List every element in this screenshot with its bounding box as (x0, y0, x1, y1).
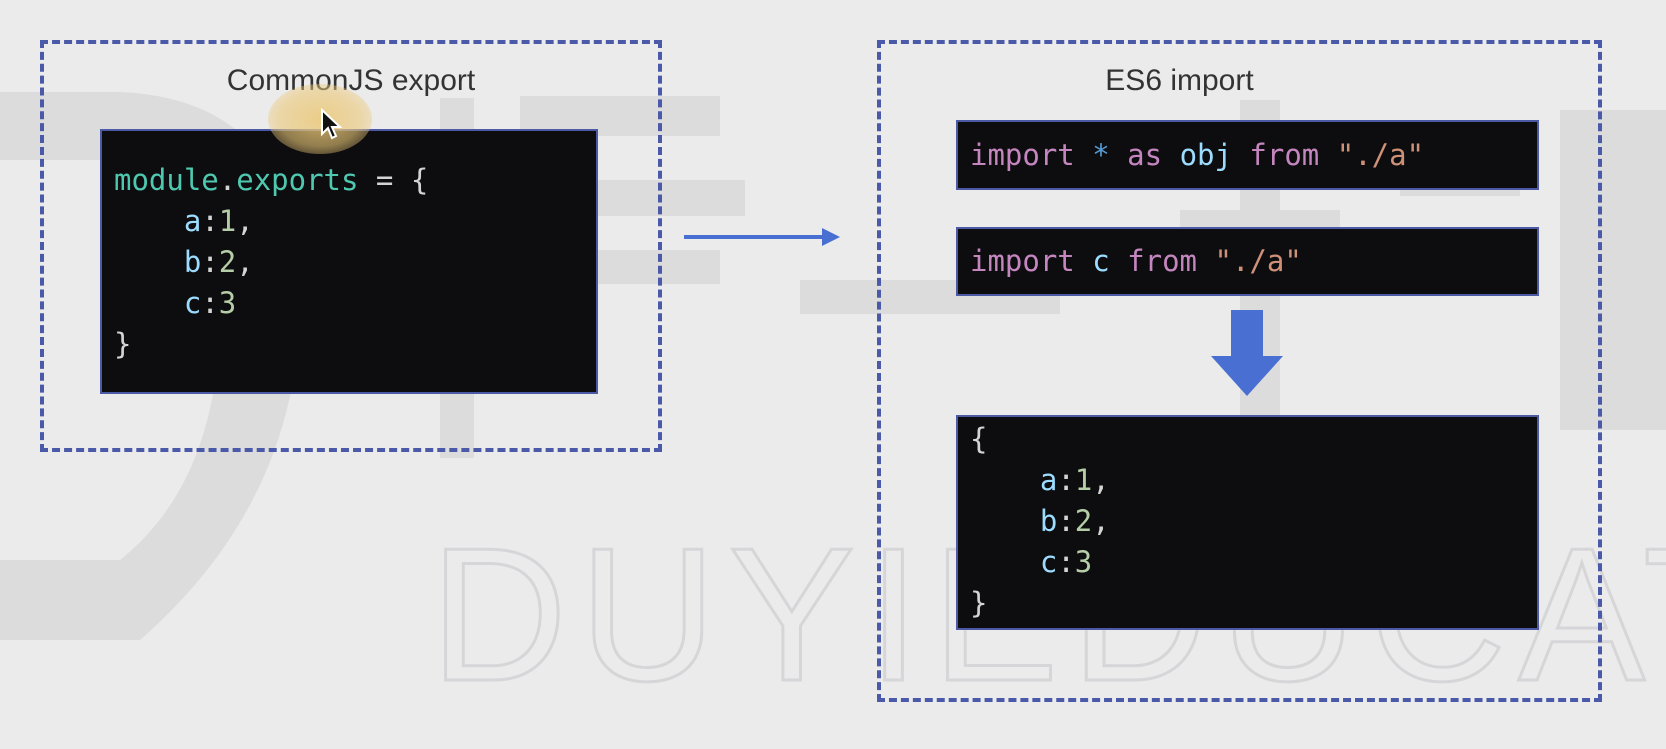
code-line: } (114, 327, 132, 361)
code-line: b:2, (183, 245, 254, 279)
code-line: a:1, (1039, 463, 1110, 497)
arrow-right-icon (684, 228, 840, 246)
arrow-down-icon (1211, 310, 1283, 396)
code-line: c:3 (1039, 545, 1093, 579)
mouse-cursor-icon (321, 108, 342, 140)
code-line: } (970, 586, 988, 620)
import-default-code-block: import c from "./a" (956, 227, 1539, 296)
code-line: { (970, 422, 988, 456)
code-line: b:2, (1039, 504, 1110, 538)
code-line: a:1, (183, 204, 254, 238)
result-object-code-block: { a:1, b:2, c:3} (956, 415, 1539, 630)
code-line: module.exports = { (114, 163, 429, 197)
code-line: c:3 (183, 286, 237, 320)
panel-title: ES6 import (1105, 64, 1254, 97)
commonjs-code-block: module.exports = { a:1, b:2, c:3} (100, 129, 598, 394)
import-all-code-block: import * as obj from "./a" (956, 120, 1539, 190)
